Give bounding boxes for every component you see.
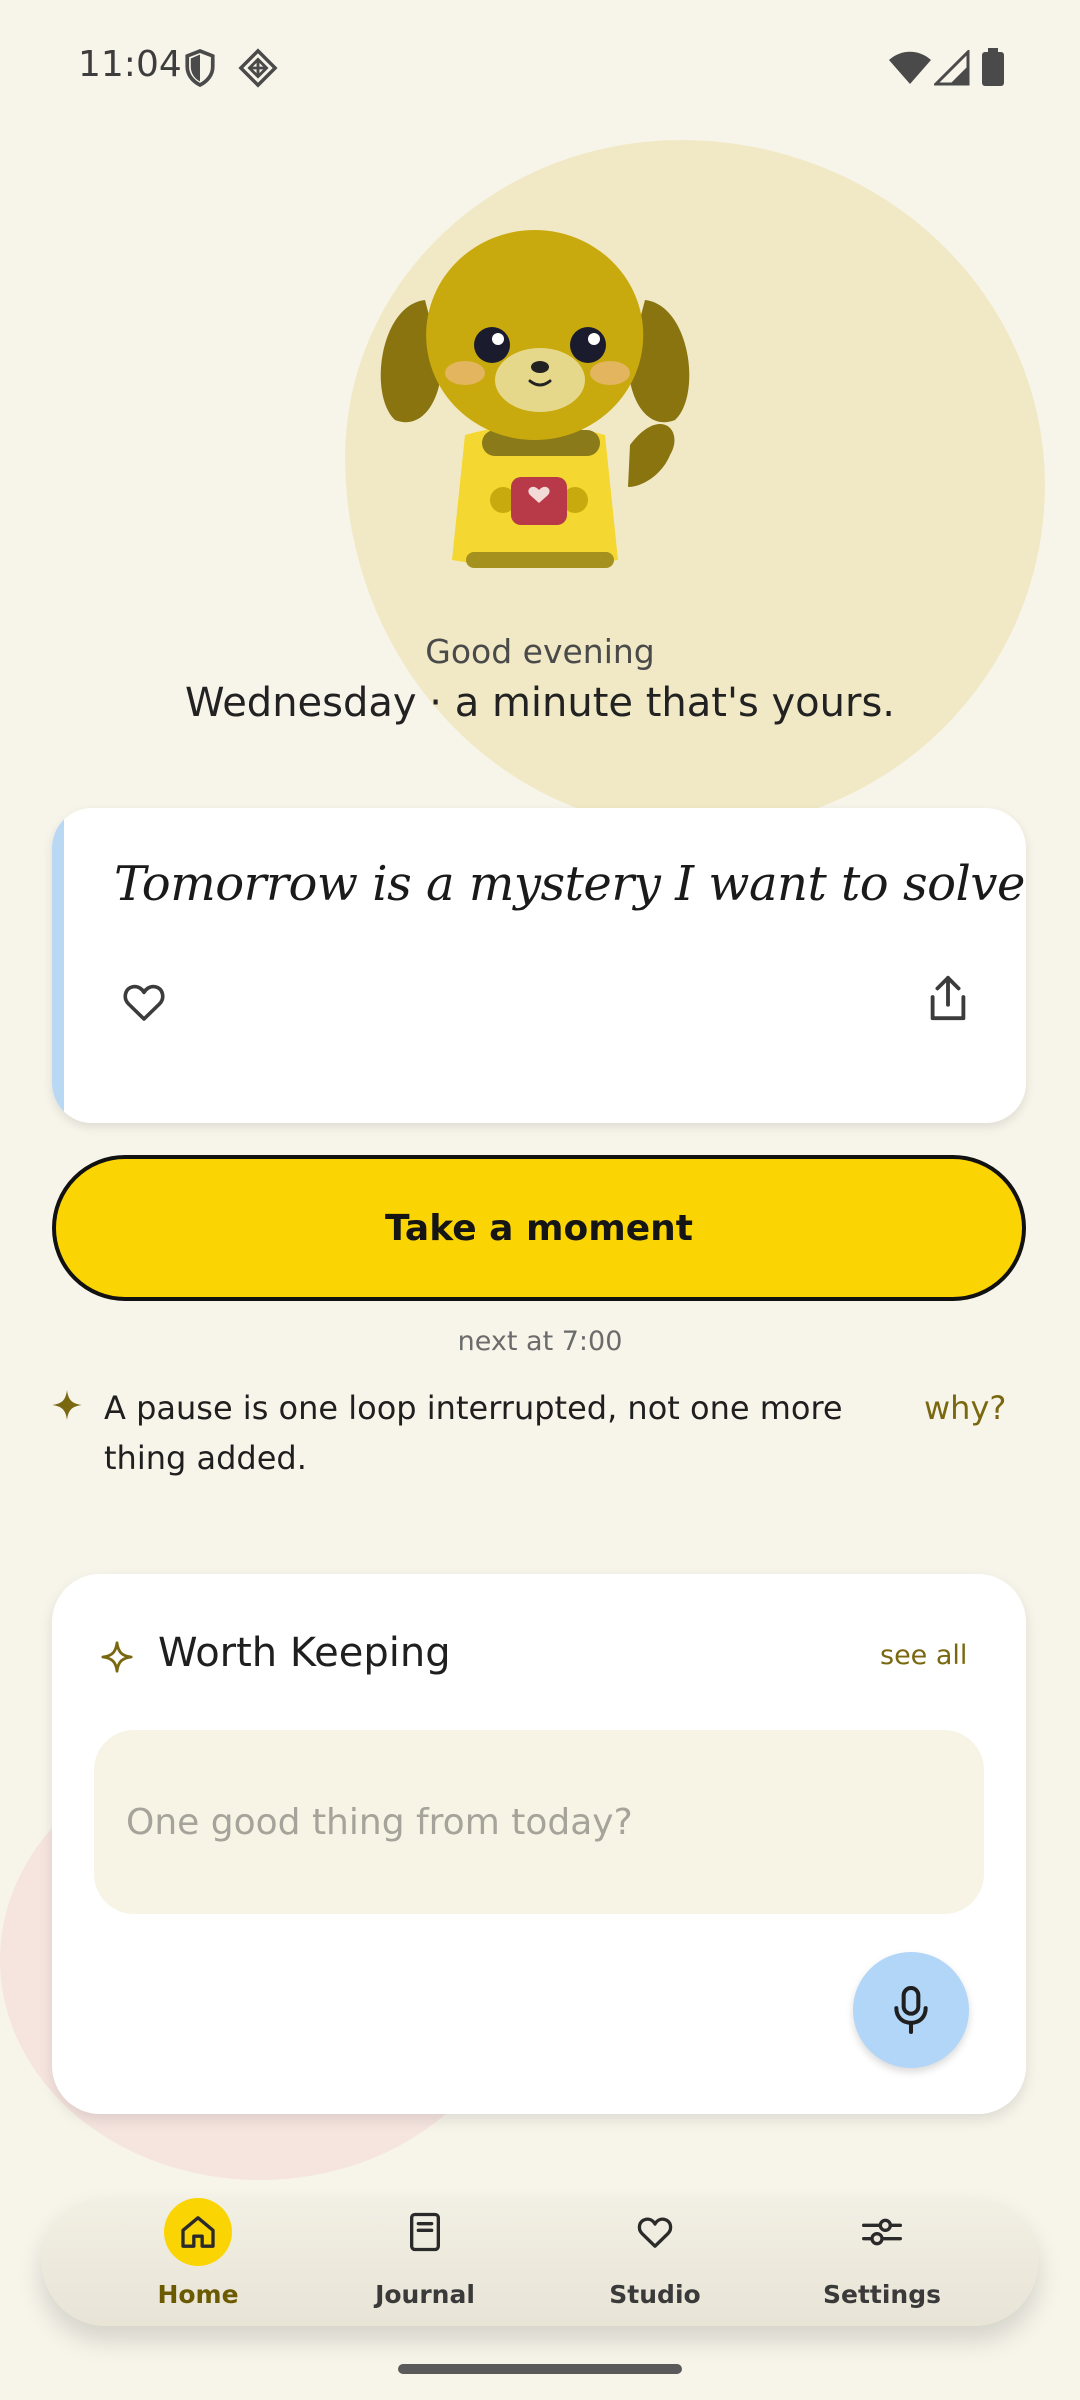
quote-accent-bar: [52, 808, 64, 1123]
shield-icon: [185, 49, 215, 88]
worth-keeping-card: Worth Keeping see all: [52, 1574, 1026, 2114]
microphone-icon: [894, 1985, 928, 2035]
nav-item-home[interactable]: Home: [98, 2198, 298, 2326]
status-bar: 11:04: [0, 0, 1080, 140]
nav-icon-wrap: [848, 2198, 916, 2266]
nav-icon-wrap: [621, 2198, 689, 2266]
next-reminder-label: next at 7:00: [457, 1326, 623, 1357]
take-a-moment-button[interactable]: Take a moment: [52, 1155, 1026, 1301]
quote-text: Tomorrow is a mystery I want to solve.: [114, 856, 1026, 912]
tip-text: A pause is one loop interrupted, not one…: [104, 1389, 843, 1477]
nav-item-settings[interactable]: Settings: [782, 2198, 982, 2326]
wifi-icon: [889, 51, 931, 84]
share-icon[interactable]: [924, 974, 972, 1024]
diamond-grid-icon: [238, 48, 278, 88]
battery-icon: [982, 48, 1004, 86]
see-all-link[interactable]: see all: [880, 1640, 967, 1671]
sparkle-outline-icon: [101, 1641, 133, 1673]
worth-keeping-title: Worth Keeping: [158, 1630, 451, 1676]
nav-icon-wrap: [391, 2198, 459, 2266]
nav-item-journal[interactable]: Journal: [325, 2198, 525, 2326]
bottom-navigation: Home Journal Studio Settings: [42, 2198, 1038, 2326]
nav-label-studio: Studio: [609, 2280, 701, 2309]
status-time: 11:04: [78, 44, 182, 85]
heart-icon: [637, 2217, 673, 2248]
quote-card: Tomorrow is a mystery I want to solve.: [52, 808, 1026, 1123]
good-thing-input[interactable]: [94, 1730, 984, 1914]
why-link[interactable]: why?: [924, 1383, 1006, 1433]
nav-item-studio[interactable]: Studio: [555, 2198, 755, 2326]
sparkle-icon: [52, 1390, 82, 1420]
sliders-icon: [862, 2218, 902, 2246]
nav-active-indicator: [164, 2198, 232, 2266]
home-icon: [181, 2216, 215, 2248]
day-subtitle: Wednesday · a minute that's yours.: [184, 680, 896, 726]
dog-mascot-illustration: [380, 230, 690, 568]
greeting-label: Good evening: [425, 632, 655, 671]
nav-label-home: Home: [157, 2280, 239, 2309]
nav-label-journal: Journal: [375, 2280, 475, 2309]
nav-label-settings: Settings: [822, 2280, 941, 2309]
gesture-home-indicator[interactable]: [398, 2364, 682, 2374]
microphone-button[interactable]: [853, 1952, 969, 2068]
signal-icon: [934, 50, 970, 86]
heart-outline-icon[interactable]: [120, 978, 168, 1026]
journal-icon: [410, 2212, 440, 2252]
